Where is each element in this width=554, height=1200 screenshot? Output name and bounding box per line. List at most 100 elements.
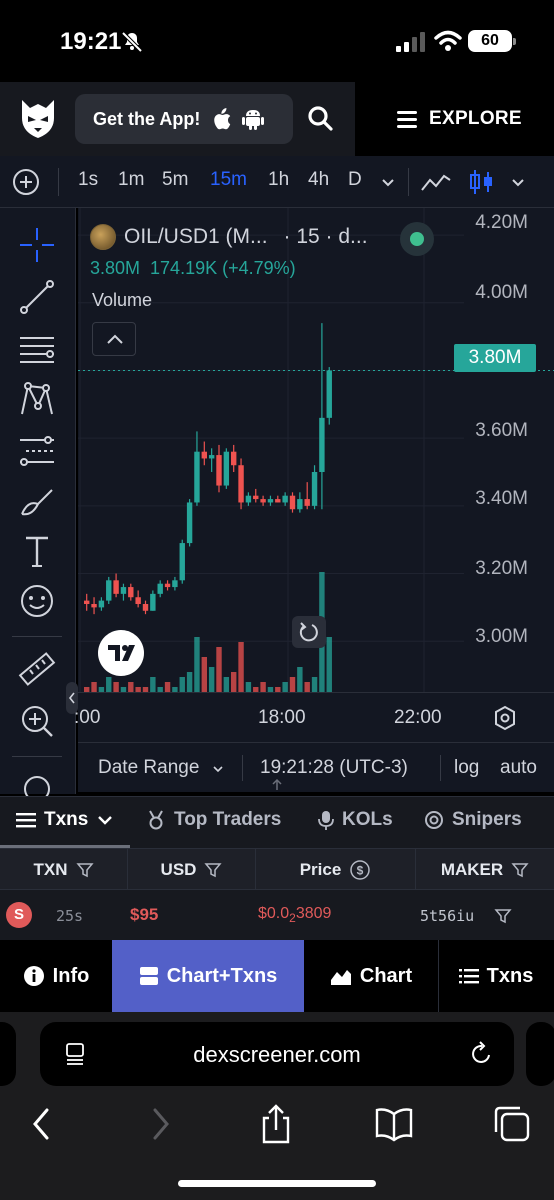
pattern-icon[interactable] <box>18 380 56 418</box>
legend-collapse-button[interactable] <box>92 322 136 356</box>
chart-settings-icon[interactable] <box>492 705 518 731</box>
volume-bar <box>326 637 332 692</box>
candle-body <box>142 604 149 611</box>
get-app-button[interactable]: Get the App! <box>75 94 293 144</box>
tab-top-traders[interactable]: Top Traders <box>146 809 281 831</box>
candle-body <box>208 455 215 459</box>
log-scale-toggle[interactable]: log <box>454 757 479 779</box>
timeframe-d[interactable]: D <box>348 169 362 191</box>
column-usd-label: USD <box>160 860 197 879</box>
chevron-down-icon[interactable] <box>380 174 396 190</box>
crosshair-icon[interactable] <box>18 226 56 264</box>
currency-toggle-icon[interactable]: $ <box>349 859 371 881</box>
txn-price-digits: 3809 <box>295 905 332 922</box>
table-row[interactable]: S 25s $95 $0.023809 5t56iu <box>0 890 554 940</box>
volume-bar <box>260 682 266 692</box>
volume-bar <box>201 657 207 692</box>
candle-body <box>194 451 200 503</box>
line-chart-icon[interactable] <box>420 168 452 196</box>
brush-icon[interactable] <box>18 482 56 520</box>
timeframe-5m[interactable]: 5m <box>162 169 188 191</box>
tab-kols[interactable]: KOLs <box>318 809 393 831</box>
filter-icon[interactable] <box>511 861 529 879</box>
bell-muted-icon <box>121 31 143 53</box>
time-axis[interactable]: :00 18:00 22:00 <box>74 692 554 742</box>
hamburger-icon <box>397 111 417 128</box>
filter-icon[interactable] <box>75 861 94 879</box>
tab-top-traders-label: Top Traders <box>174 809 282 830</box>
list-icon <box>458 969 479 984</box>
filter-icon[interactable] <box>204 861 223 879</box>
search-icon[interactable] <box>306 104 336 134</box>
text-icon[interactable] <box>18 532 56 570</box>
tab-txns-view[interactable]: Txns <box>438 940 554 1012</box>
tabs-icon[interactable] <box>492 1104 532 1144</box>
volume-bar <box>164 682 171 692</box>
back-icon[interactable] <box>22 1104 62 1144</box>
auto-scale-toggle[interactable]: auto <box>500 757 537 779</box>
share-icon[interactable] <box>256 1104 296 1144</box>
tab-chart[interactable]: Chart <box>304 940 438 1012</box>
last-value: 3.80M <box>90 258 141 278</box>
timeframe-1s[interactable]: 1s <box>78 169 98 191</box>
date-range-button[interactable]: Date Range <box>98 757 199 779</box>
column-usd[interactable]: USD <box>128 849 256 891</box>
wifi-icon <box>434 30 462 51</box>
cellular-signal-icon <box>396 32 425 52</box>
volume-bar <box>238 642 244 692</box>
candle-body <box>84 600 90 604</box>
trend-line-icon[interactable] <box>18 278 56 316</box>
chart-interval-meta: · 15 · d... <box>283 225 368 248</box>
ruler-icon[interactable] <box>18 650 56 688</box>
address-bar[interactable]: dexscreener.com <box>40 1022 514 1086</box>
filter-icon[interactable] <box>494 907 512 925</box>
horizontal-lines-icon[interactable] <box>18 330 56 368</box>
candle-body <box>128 587 134 598</box>
tradingview-logo[interactable] <box>98 630 144 676</box>
toolbar-divider <box>12 756 62 757</box>
column-maker[interactable]: MAKER <box>416 849 554 891</box>
column-price-label: Price <box>299 860 342 879</box>
timeframe-1m[interactable]: 1m <box>118 169 144 191</box>
url-text[interactable]: dexscreener.com <box>40 1042 514 1068</box>
txn-maker[interactable]: 5t56iu <box>420 907 474 925</box>
reload-icon[interactable] <box>470 1041 494 1067</box>
zoom-in-icon[interactable] <box>18 702 56 740</box>
transactions-tabs: Txns Top Traders KOLs Snipers <box>0 796 554 848</box>
candle-body <box>135 597 141 604</box>
home-indicator[interactable] <box>178 1180 376 1187</box>
tab-txns-label: Txns <box>44 809 89 830</box>
volume-bar <box>289 677 296 692</box>
candlestick-chart-icon[interactable] <box>466 168 498 196</box>
add-indicator-icon[interactable] <box>12 168 40 196</box>
chevron-down-icon[interactable] <box>510 174 526 190</box>
volume-indicator-label[interactable]: Volume <box>92 290 152 311</box>
forward-icon[interactable] <box>140 1104 180 1144</box>
price-label: 3.60M <box>475 420 528 441</box>
tab-info[interactable]: Info <box>0 940 112 1012</box>
tab-txns[interactable]: Txns <box>16 809 114 831</box>
previous-tab-peek[interactable] <box>0 1022 16 1086</box>
tab-chart-txns[interactable]: Chart+Txns <box>112 940 304 1012</box>
candle-body <box>231 451 237 466</box>
timeframe-1h[interactable]: 1h <box>268 169 289 191</box>
explore-menu-button[interactable]: EXPLORE <box>355 82 554 156</box>
timeframe-15m[interactable]: 15m <box>210 169 247 191</box>
column-maker-label: MAKER <box>440 860 504 879</box>
emoji-icon[interactable] <box>18 582 56 620</box>
next-tab-peek[interactable] <box>526 1022 554 1086</box>
timeframe-4h[interactable]: 4h <box>308 169 329 191</box>
bookmarks-icon[interactable] <box>374 1104 414 1144</box>
price-axis[interactable]: 4.20M 4.00M 3.60M 3.40M 3.20M 3.00M <box>466 208 554 692</box>
toolbar-divider <box>408 168 409 196</box>
chart-clock[interactable]: 19:21:28 (UTC-3) <box>260 757 408 779</box>
column-price[interactable]: Price $ <box>256 849 416 891</box>
chevron-down-icon[interactable] <box>210 761 226 777</box>
time-label: 18:00 <box>258 707 306 728</box>
tab-snipers[interactable]: Snipers <box>424 809 522 831</box>
reset-chart-button[interactable] <box>292 616 326 648</box>
forecast-icon[interactable] <box>18 432 56 470</box>
chart-symbol[interactable]: OIL/USD1 (M... <box>124 225 268 249</box>
column-txn[interactable]: TXN <box>0 849 128 891</box>
dexscreener-logo-icon[interactable] <box>18 98 58 140</box>
